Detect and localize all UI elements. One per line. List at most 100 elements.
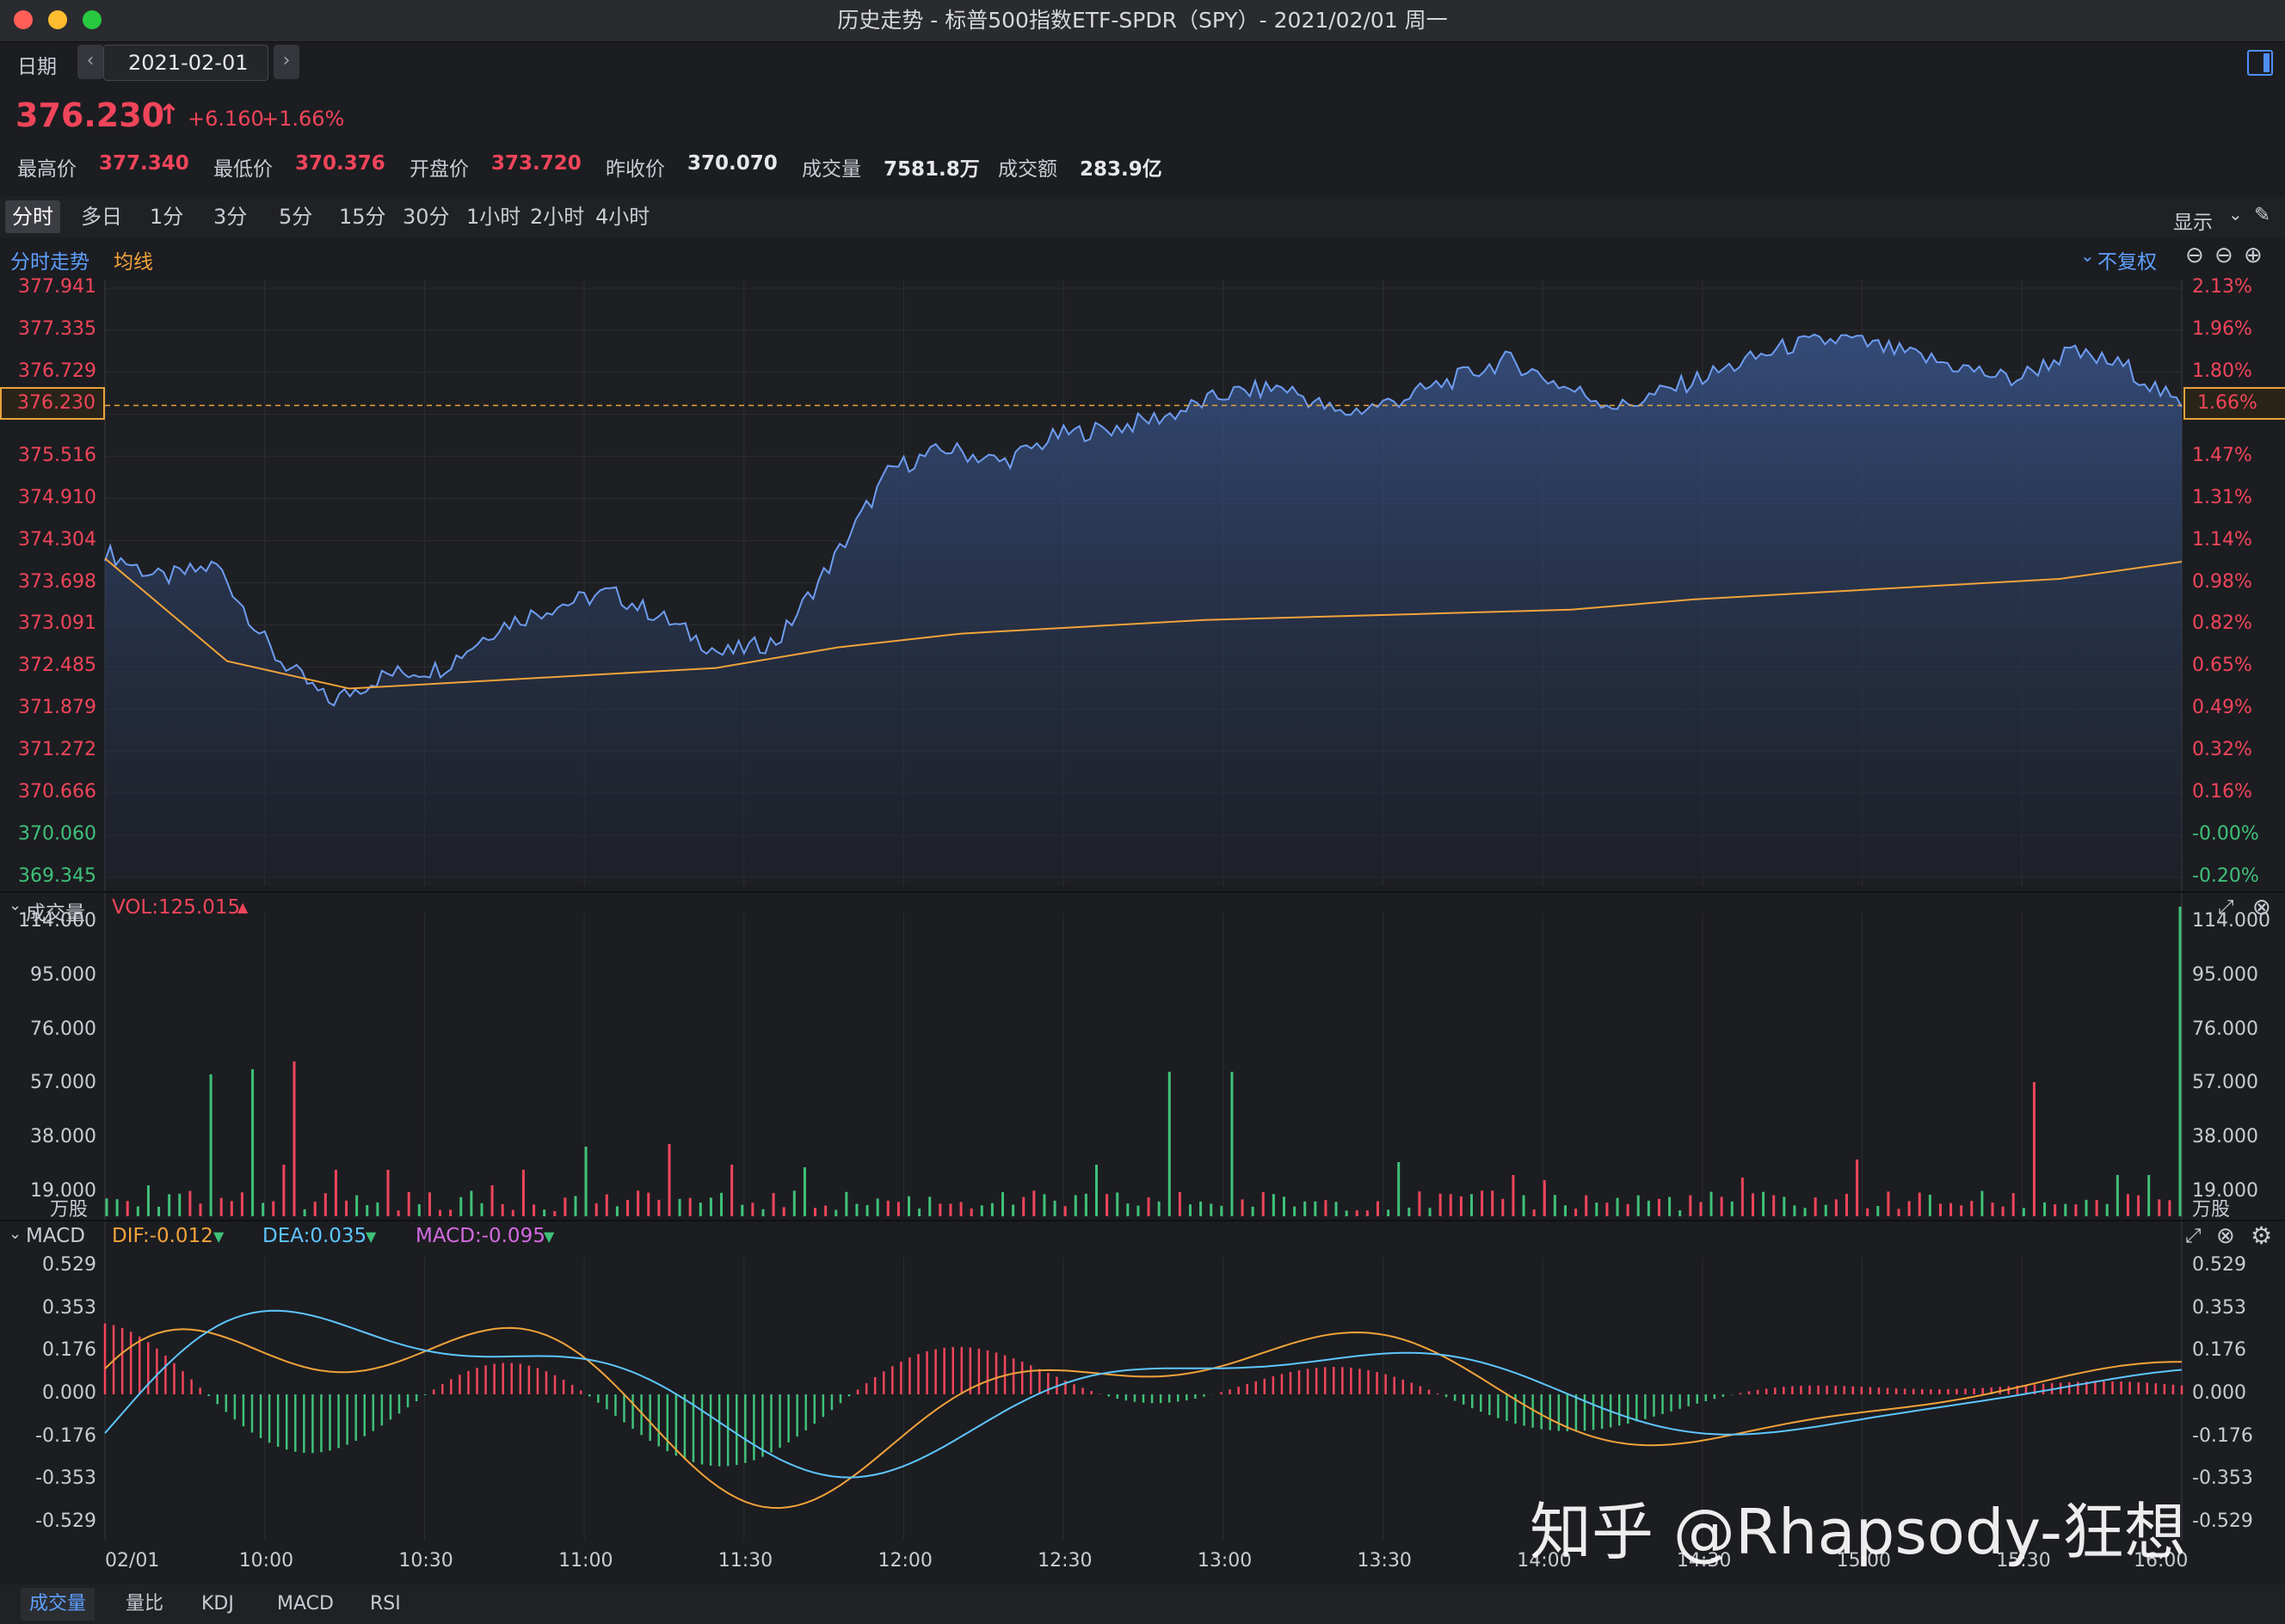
volume-bar xyxy=(209,1074,212,1216)
volume-bar xyxy=(1574,1209,1578,1216)
volume-bar xyxy=(1230,1072,1234,1216)
volume-bar xyxy=(1980,1190,1984,1216)
volume-bar xyxy=(533,1204,536,1216)
time-tick-label: 10:30 xyxy=(398,1550,453,1572)
volume-bar xyxy=(397,1210,400,1216)
volume-bar xyxy=(345,1200,348,1216)
volume-bar xyxy=(1481,1190,1484,1216)
volume-bar xyxy=(146,1185,150,1216)
volume-bar xyxy=(490,1185,494,1216)
volume-bar xyxy=(2168,1200,2171,1216)
volume-bar xyxy=(1095,1165,1099,1216)
volume-bar xyxy=(605,1194,608,1216)
volume-bar xyxy=(1553,1195,1556,1216)
volume-bar xyxy=(1106,1194,1109,1216)
time-tick-label: 10:00 xyxy=(238,1550,294,1572)
volume-bar xyxy=(2054,1204,2057,1216)
volume-bar xyxy=(2001,1206,2005,1216)
macd-collapse-icon[interactable]: ⌄ xyxy=(9,1225,22,1243)
volume-tick-label: 57.000 xyxy=(30,1072,96,1094)
separator xyxy=(0,1220,2285,1221)
volume-bar xyxy=(1699,1202,1703,1216)
close-macd-icon[interactable]: ⊗ xyxy=(2216,1223,2235,1249)
time-tick-label: 12:00 xyxy=(878,1550,933,1572)
tab-volume[interactable]: 成交量 xyxy=(21,1588,95,1621)
volume-bar xyxy=(1543,1180,1546,1216)
volume-bar xyxy=(1314,1201,1317,1216)
volume-bar xyxy=(1762,1191,1765,1216)
price-tick-label: 371.272 xyxy=(18,739,96,761)
pct-tick-label: 1.96% xyxy=(2192,317,2252,340)
volume-tick-label: 114.000 xyxy=(18,910,96,932)
pct-tick-label: 0.32% xyxy=(2192,739,2252,761)
tab-volume-ratio[interactable]: 量比 xyxy=(117,1588,172,1621)
volume-tick-label: 57.000 xyxy=(2192,1072,2258,1094)
price-tick-label: 374.304 xyxy=(18,528,96,551)
chart-canvas[interactable] xyxy=(0,0,2285,1624)
volume-bar xyxy=(376,1202,379,1216)
volume-bar xyxy=(2095,1200,2098,1216)
volume-bar xyxy=(688,1197,692,1216)
volume-bar xyxy=(2011,1193,2015,1216)
tab-macd[interactable]: MACD xyxy=(268,1588,342,1621)
volume-bar xyxy=(1355,1210,1358,1216)
volume-bar xyxy=(126,1201,129,1216)
price-tick-label: 377.941 xyxy=(18,276,96,298)
volume-bar xyxy=(293,1061,296,1216)
gear-icon[interactable]: ⚙ xyxy=(2251,1221,2272,1250)
volume-bar xyxy=(1668,1196,1672,1216)
volume-bar xyxy=(1438,1193,1442,1216)
volume-bar xyxy=(511,1209,514,1216)
volume-bar xyxy=(730,1165,734,1216)
volume-bar xyxy=(428,1192,431,1216)
volume-bar xyxy=(1803,1208,1807,1216)
volume-bar xyxy=(1449,1194,1452,1216)
volume-bar xyxy=(845,1191,848,1216)
volume-bar xyxy=(1053,1200,1056,1216)
volume-bar xyxy=(240,1192,243,1216)
pct-tick-label: 0.49% xyxy=(2192,697,2252,719)
volume-bar xyxy=(2074,1204,2078,1216)
volume-bar xyxy=(334,1170,337,1216)
volume-bar xyxy=(1220,1205,1223,1216)
price-tick-label: 370.060 xyxy=(18,823,96,846)
volume-bar xyxy=(803,1167,806,1216)
volume-bar xyxy=(366,1204,369,1216)
volume-bar xyxy=(908,1196,911,1216)
pct-tick-label: 1.31% xyxy=(2192,486,2252,508)
volume-bar xyxy=(626,1199,630,1216)
time-tick-label: 11:00 xyxy=(558,1550,613,1572)
volume-bar xyxy=(323,1193,327,1216)
volume-bar xyxy=(386,1170,390,1216)
volume-bar xyxy=(313,1202,317,1216)
volume-bar xyxy=(470,1190,473,1216)
tab-rsi[interactable]: RSI xyxy=(361,1588,410,1621)
volume-bar xyxy=(2178,907,2182,1216)
tab-kdj[interactable]: KDJ xyxy=(193,1588,243,1621)
volume-bar xyxy=(1397,1162,1401,1216)
down-triangle-icon: ▼ xyxy=(213,1228,225,1245)
volume-bar xyxy=(1595,1203,1598,1216)
volume-bar xyxy=(1345,1210,1348,1216)
expand-macd-icon[interactable]: ⤢ xyxy=(2185,1225,2201,1247)
volume-bar xyxy=(1334,1202,1338,1216)
volume-bar xyxy=(855,1203,859,1216)
volume-bar xyxy=(1032,1190,1036,1216)
current-pct-marker: 1.66% xyxy=(2183,387,2285,420)
volume-bar xyxy=(1918,1192,1921,1216)
volume-bar xyxy=(1720,1196,1723,1216)
volume-bar xyxy=(1605,1203,1609,1216)
vol-value: VOL:125.015 xyxy=(112,896,241,919)
volume-bar xyxy=(521,1170,525,1216)
volume-bar xyxy=(480,1203,483,1216)
volume-tick-label: 95.000 xyxy=(30,963,96,986)
volume-bar xyxy=(1960,1205,1963,1216)
volume-bar xyxy=(949,1203,952,1216)
volume-bar xyxy=(1866,1208,1869,1216)
volume-bar xyxy=(501,1203,504,1216)
volume-bar xyxy=(1084,1193,1087,1216)
time-tick-label: 02/01 xyxy=(105,1550,160,1572)
volume-bar xyxy=(1709,1191,1713,1216)
volume-bar xyxy=(896,1202,900,1216)
volume-bar xyxy=(814,1208,817,1216)
